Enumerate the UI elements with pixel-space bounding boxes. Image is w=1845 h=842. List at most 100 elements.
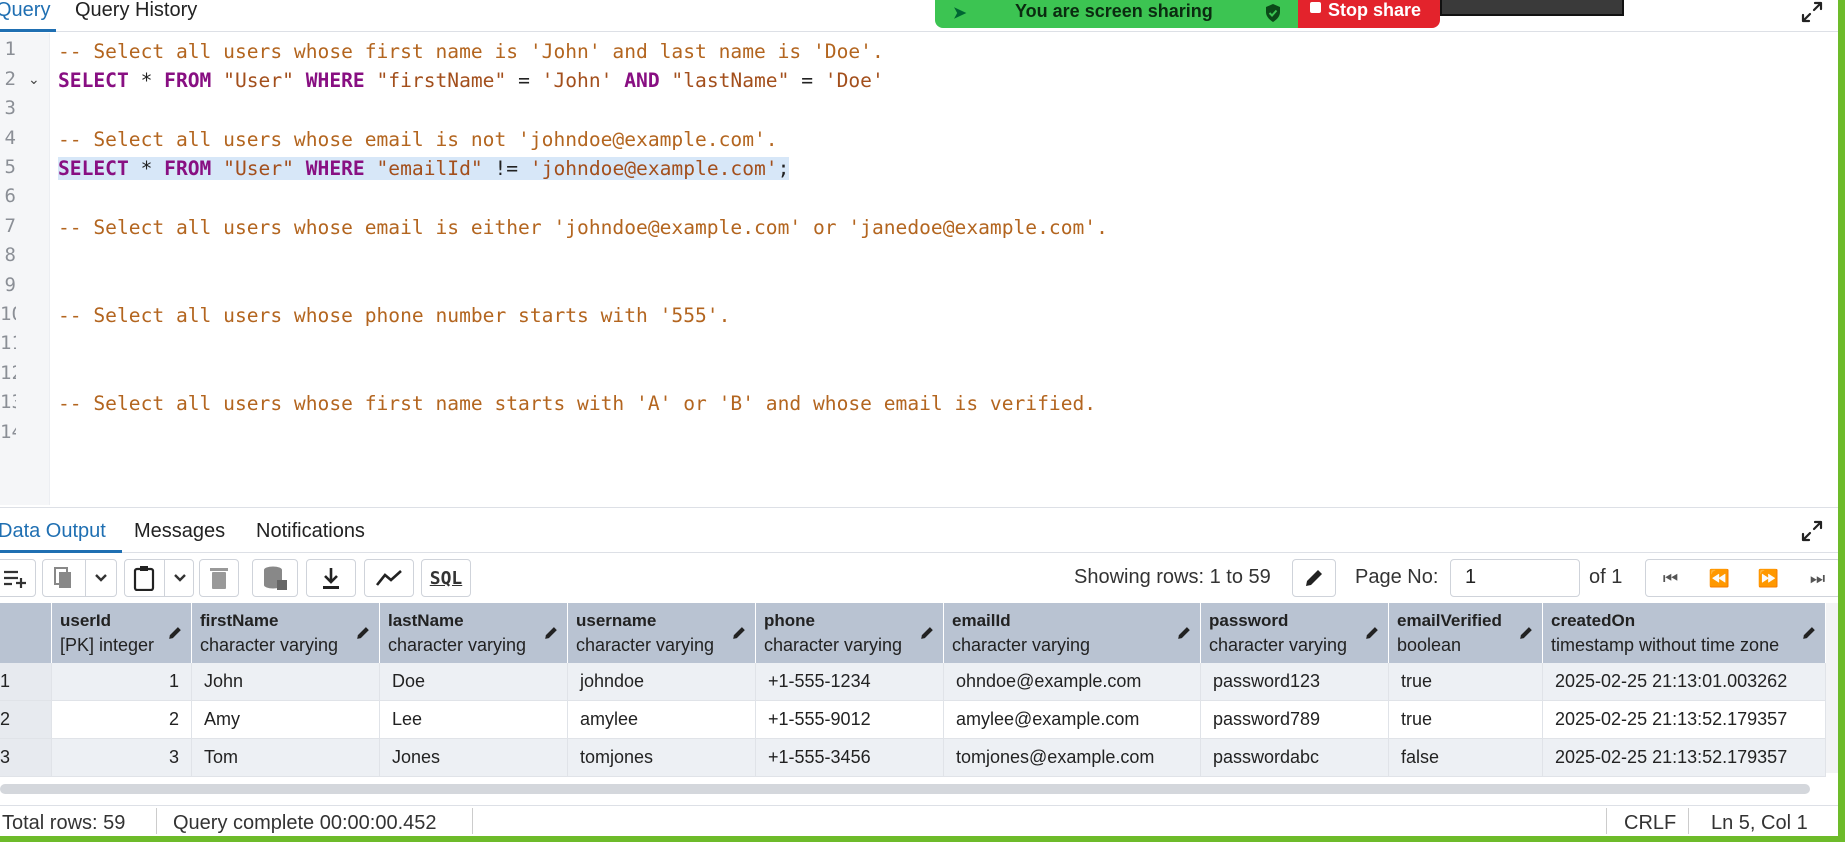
delete-button[interactable]	[199, 559, 239, 597]
table-cell[interactable]: John	[192, 663, 380, 700]
table-cell[interactable]: 1	[52, 663, 192, 700]
table-cell[interactable]: johndoe	[568, 663, 756, 700]
previous-page-icon[interactable]: ⏪	[1695, 560, 1744, 598]
table-row[interactable]: 1 1 John Doe johndoe +1-555-1234 ohndoe@…	[0, 663, 1826, 701]
table-cell[interactable]: amylee	[568, 701, 756, 738]
column-header[interactable]: phone character varying	[756, 603, 944, 663]
save-data-button[interactable]	[252, 559, 298, 597]
line-number: 13	[0, 391, 16, 413]
pencil-icon[interactable]	[1364, 625, 1380, 641]
stop-share-button[interactable]: Stop share	[1298, 0, 1440, 28]
table-cell[interactable]: true	[1389, 701, 1543, 738]
paste-button[interactable]	[124, 559, 194, 597]
column-name: phone	[764, 611, 815, 630]
row-number[interactable]: 1	[0, 663, 52, 700]
table-cell[interactable]: password789	[1201, 701, 1389, 738]
table-cell[interactable]: Jones	[380, 739, 568, 776]
edit-rows-button[interactable]	[1292, 559, 1336, 597]
table-cell[interactable]: 2	[52, 701, 192, 738]
table-row[interactable]: 2 2 Amy Lee amylee +1-555-9012 amylee@ex…	[0, 701, 1826, 739]
column-header[interactable]: createdOn timestamp without time zone	[1543, 603, 1826, 663]
column-header[interactable]: username character varying	[568, 603, 756, 663]
copy-icon	[54, 567, 71, 588]
pencil-icon[interactable]	[731, 625, 747, 641]
next-page-icon[interactable]: ⏩	[1744, 560, 1793, 598]
table-cell[interactable]: Tom	[192, 739, 380, 776]
graph-visualiser-button[interactable]	[364, 559, 414, 597]
expand-editor-icon[interactable]	[1800, 0, 1824, 24]
column-header[interactable]: lastName character varying	[380, 603, 568, 663]
pencil-icon[interactable]	[919, 625, 935, 641]
pencil-icon[interactable]	[1801, 625, 1817, 641]
table-cell[interactable]: passwordabc	[1201, 739, 1389, 776]
line-number: 7	[4, 215, 16, 237]
table-row[interactable]: 3 3 Tom Jones tomjones +1-555-3456 tomjo…	[0, 739, 1826, 777]
table-cell[interactable]: 2025-02-25 21:13:52.179357	[1543, 701, 1826, 738]
column-header[interactable]: emailId character varying	[944, 603, 1201, 663]
line-chart-icon	[375, 570, 402, 586]
copy-button[interactable]	[42, 559, 117, 597]
page-number-input[interactable]: 1	[1450, 559, 1580, 597]
sql-identifier: "emailId"	[364, 157, 495, 180]
column-name: createdOn	[1551, 611, 1636, 630]
column-header[interactable]: password character varying	[1201, 603, 1389, 663]
table-cell[interactable]: 3	[52, 739, 192, 776]
total-rows: Total rows: 59	[2, 812, 126, 834]
sql-token: *	[128, 157, 165, 180]
expand-output-icon[interactable]	[1800, 519, 1824, 543]
last-page-icon[interactable]: ⏭	[1793, 560, 1842, 598]
tab-notifications[interactable]: Notifications	[256, 520, 365, 543]
pencil-icon[interactable]	[355, 625, 371, 641]
column-type: [PK] integer	[60, 635, 155, 655]
table-cell[interactable]: tomjones	[568, 739, 756, 776]
column-header[interactable]: userId [PK] integer	[52, 603, 192, 663]
column-type: timestamp without time zone	[1551, 635, 1780, 655]
tab-messages[interactable]: Messages	[134, 520, 225, 543]
status-bar: Total rows: 59 Query complete 00:00:00.4…	[0, 805, 1838, 836]
result-grid[interactable]: userId [PK] integer firstName character va…	[0, 603, 1826, 777]
table-cell[interactable]: +1-555-3456	[756, 739, 944, 776]
tab-query-history[interactable]: Query History	[75, 0, 197, 32]
horizontal-scrollbar[interactable]	[0, 784, 1810, 794]
pencil-icon[interactable]	[1518, 625, 1534, 641]
sql-editor[interactable]: 1 2 ⌄ 3 4 5 6 7 8 9 10 11 12 13 14 -- Se…	[0, 33, 1838, 505]
row-number[interactable]: 2	[0, 701, 52, 738]
fold-chevron-icon[interactable]: ⌄	[28, 71, 40, 88]
share-message: You are screen sharing	[1015, 1, 1213, 21]
code-line-7: -- Select all users whose email is eithe…	[58, 216, 1108, 239]
table-cell[interactable]: Amy	[192, 701, 380, 738]
download-button[interactable]	[306, 559, 356, 597]
sql-button[interactable]: SQL	[421, 559, 471, 597]
table-cell[interactable]: 2025-02-25 21:13:01.003262	[1543, 663, 1826, 700]
first-page-icon[interactable]: ⏮	[1646, 560, 1695, 598]
table-cell[interactable]: 2025-02-25 21:13:52.179357	[1543, 739, 1826, 776]
table-cell[interactable]: true	[1389, 663, 1543, 700]
share-arrow-icon: ➤	[953, 5, 967, 22]
row-number[interactable]: 3	[0, 739, 52, 776]
column-name: emailVerified	[1397, 611, 1502, 630]
vertical-scrollbar[interactable]	[1826, 603, 1838, 773]
table-cell[interactable]: +1-555-1234	[756, 663, 944, 700]
column-header[interactable]: emailVerified boolean	[1389, 603, 1543, 663]
pencil-icon[interactable]	[1176, 625, 1192, 641]
table-cell[interactable]: false	[1389, 739, 1543, 776]
tab-query[interactable]: Query	[0, 0, 57, 32]
tab-data-output[interactable]: Data Output	[0, 520, 106, 543]
line-gutter: 1 2 ⌄ 3 4 5 6 7 8 9 10 11 12 13 14	[0, 33, 50, 505]
table-cell[interactable]: amylee@example.com	[944, 701, 1201, 738]
sql-identifier: "User"	[211, 69, 306, 92]
screen-share-banner: ➤ You are screen sharing Stop share	[935, 0, 1440, 28]
table-cell[interactable]: +1-555-9012	[756, 701, 944, 738]
pencil-icon[interactable]	[543, 625, 559, 641]
pencil-icon[interactable]	[167, 625, 183, 641]
page-label: Page No:	[1355, 566, 1439, 588]
query-tool-window: Query Query History ➤ You are screen sha…	[0, 0, 1845, 842]
table-cell[interactable]: Lee	[380, 701, 568, 738]
table-cell[interactable]: Doe	[380, 663, 568, 700]
table-cell[interactable]: tomjones@example.com	[944, 739, 1201, 776]
table-cell[interactable]: password123	[1201, 663, 1389, 700]
add-row-button[interactable]	[0, 559, 36, 597]
column-header[interactable]: firstName character varying	[192, 603, 380, 663]
column-type: character varying	[576, 635, 715, 655]
table-cell[interactable]: ohndoe@example.com	[944, 663, 1201, 700]
